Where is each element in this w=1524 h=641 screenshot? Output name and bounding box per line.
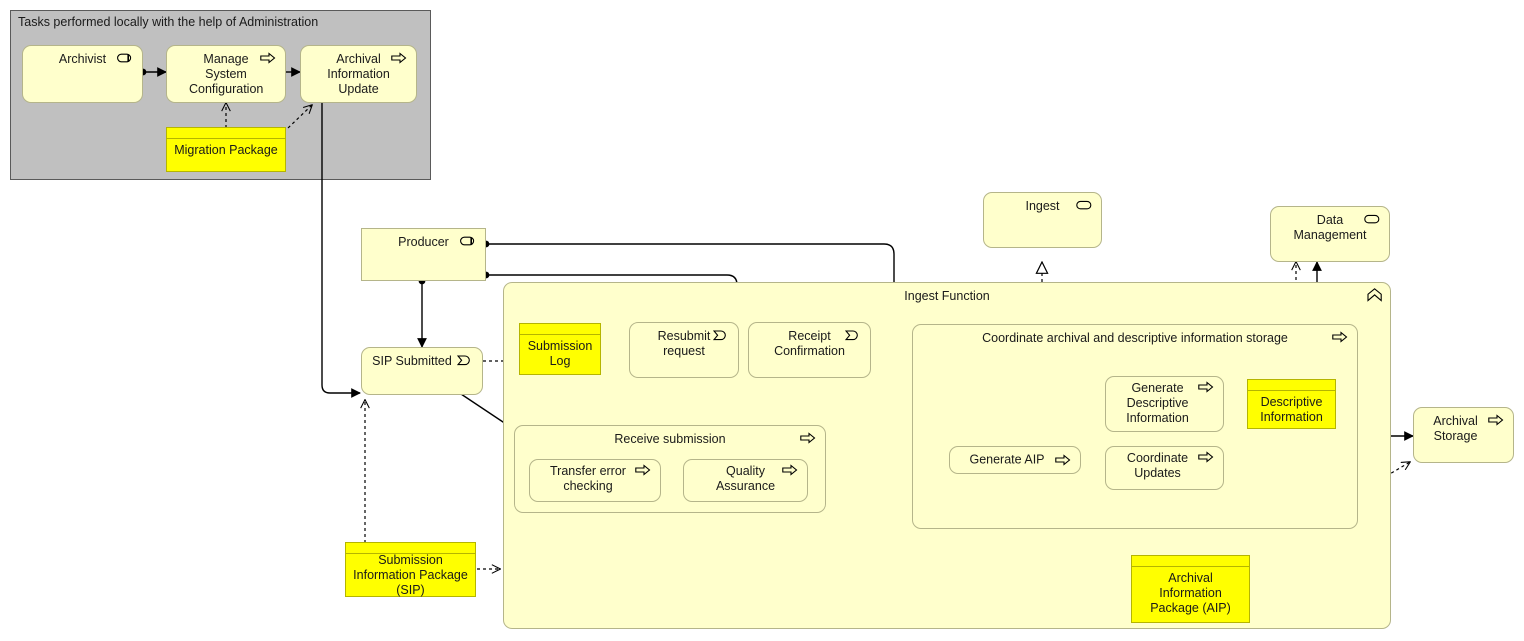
node-descriptive-information-label: Descriptive Information: [1260, 395, 1323, 424]
business-process-icon: [1198, 451, 1216, 465]
node-archivist[interactable]: Archivist: [22, 45, 143, 103]
node-transfer-error-checking[interactable]: Transfer error checking: [529, 459, 661, 502]
business-object-icon: [1132, 556, 1249, 567]
node-archival-information-package[interactable]: Archival Information Package (AIP): [1131, 555, 1250, 623]
business-event-icon: [845, 329, 863, 343]
node-quality-assurance[interactable]: Quality Assurance: [683, 459, 808, 502]
business-process-icon: [635, 464, 653, 478]
application-function-icon: [1366, 288, 1384, 302]
container-receive-submission-label: Receive submission: [614, 432, 726, 446]
node-submission-information-package-label: Submission Information Package (SIP): [353, 552, 468, 597]
node-manage-system-configuration[interactable]: Manage System Configuration: [166, 45, 286, 103]
business-process-icon: [391, 52, 409, 66]
business-process-icon: [1055, 454, 1073, 468]
node-submission-log-label: Submission Log: [527, 339, 593, 368]
archimate-diagram-canvas: Tasks performed locally with the help of…: [0, 0, 1524, 641]
node-resubmit-request[interactable]: Resubmit request: [629, 322, 739, 378]
business-process-icon: [1332, 331, 1350, 345]
business-process-icon: [782, 464, 800, 478]
node-sip-submitted[interactable]: SIP Submitted: [361, 347, 483, 395]
node-generate-aip[interactable]: Generate AIP: [949, 446, 1081, 474]
business-service-icon: [1076, 199, 1094, 213]
node-data-management[interactable]: Data Management: [1270, 206, 1390, 262]
business-process-icon: [1198, 381, 1216, 395]
node-producer[interactable]: Producer: [361, 228, 486, 281]
node-submission-log[interactable]: Submission Log: [519, 323, 601, 375]
node-ingest[interactable]: Ingest: [983, 192, 1102, 248]
business-process-icon: [800, 432, 818, 446]
business-role-icon: [460, 235, 478, 249]
business-role-icon: [117, 52, 135, 66]
node-archival-information-update[interactable]: Archival Information Update: [300, 45, 417, 103]
node-coordinate-updates[interactable]: Coordinate Updates: [1105, 446, 1224, 490]
node-archival-information-package-label: Archival Information Package (AIP): [1150, 571, 1231, 615]
business-object-icon: [520, 324, 600, 335]
business-service-icon: [1364, 213, 1382, 227]
node-migration-package-label: Migration Package: [174, 143, 278, 157]
node-generate-descriptive-information[interactable]: Generate Descriptive Information: [1105, 376, 1224, 432]
business-event-icon: [713, 329, 731, 343]
node-submission-information-package[interactable]: Submission Information Package (SIP): [345, 542, 476, 597]
business-event-icon: [457, 354, 475, 368]
group-label: Tasks performed locally with the help of…: [18, 15, 319, 29]
node-archival-storage[interactable]: Archival Storage: [1413, 407, 1514, 463]
container-ingest-function-label: Ingest Function: [904, 289, 990, 303]
node-descriptive-information[interactable]: Descriptive Information: [1247, 379, 1336, 429]
node-migration-package[interactable]: Migration Package: [166, 127, 286, 172]
container-coordinate-storage-label: Coordinate archival and descriptive info…: [982, 331, 1288, 345]
business-process-icon: [260, 52, 278, 66]
node-receipt-confirmation[interactable]: Receipt Confirmation: [748, 322, 871, 378]
business-object-icon: [167, 128, 285, 139]
business-object-icon: [1248, 380, 1335, 391]
business-process-icon: [1488, 414, 1506, 428]
